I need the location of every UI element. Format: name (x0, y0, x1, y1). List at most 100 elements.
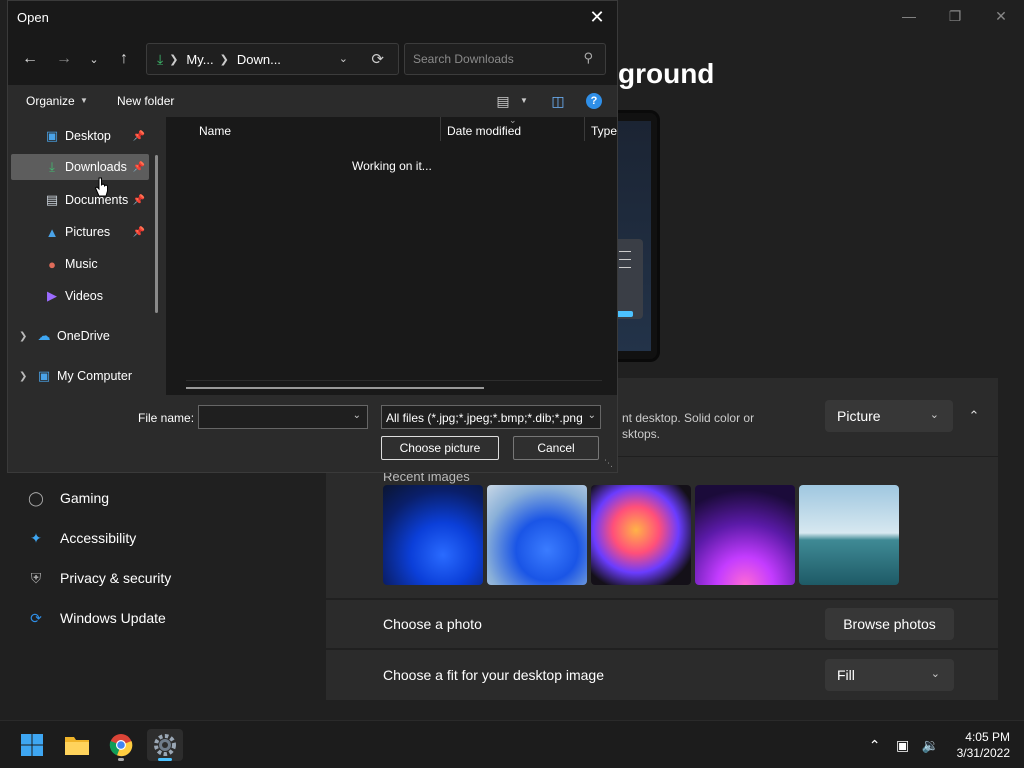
chevron-up-icon[interactable]: ⌃ (863, 737, 887, 754)
chrome-button[interactable] (103, 729, 139, 761)
desktop-icon: ▣ (45, 128, 59, 143)
update-icon: ⟳ (30, 609, 42, 626)
back-button[interactable]: ← (18, 47, 42, 71)
pin-icon: 📌 (132, 161, 145, 173)
resize-grip-icon[interactable]: ⋱ (604, 458, 613, 469)
breadcrumb-my[interactable]: My... (186, 52, 213, 67)
browse-photos-button[interactable]: Browse photos (825, 608, 954, 640)
music-icon: ● (48, 256, 56, 272)
forward-button[interactable]: → (52, 47, 76, 71)
file-type-filter[interactable]: All files (*.jpg;*.jpeg;*.bmp;*.dib;*.pn… (381, 405, 601, 429)
mouse-cursor-icon (95, 177, 108, 197)
help-icon[interactable]: ? (586, 93, 602, 109)
page-title: ground (618, 58, 715, 89)
nav-item-gaming[interactable]: ◯ Gaming (0, 478, 320, 518)
tree-item-my-computer[interactable]: ❯ ▣ My Computer (11, 363, 149, 389)
recent-image-4[interactable] (695, 485, 795, 585)
recent-image-3[interactable] (591, 485, 691, 585)
tree-item-music[interactable]: ● Music (11, 251, 149, 277)
tree-item-pictures[interactable]: ▲ Pictures 📌 (11, 219, 149, 245)
volume-icon[interactable]: 🔉 (919, 737, 943, 754)
recent-locations-button[interactable]: ⌄ (82, 47, 106, 71)
window-controls: — ❐ ✕ (886, 0, 1024, 32)
column-date-modified[interactable]: Date modified (447, 124, 521, 138)
minimize-button[interactable]: — (886, 0, 932, 32)
search-input[interactable] (413, 52, 573, 66)
settings-button[interactable] (147, 729, 183, 761)
choose-photo-label: Choose a photo (383, 616, 482, 632)
chevron-down-icon[interactable]: ⌄ (353, 410, 361, 421)
clock[interactable]: 4:05 PM 3/31/2022 (957, 729, 1010, 761)
chevron-right-icon[interactable]: ❯ (19, 331, 27, 342)
shield-icon: ⛨ (30, 569, 42, 586)
file-name-input[interactable]: ⌄ (198, 405, 368, 429)
tree-item-documents[interactable]: ▤ Documents 📌 (11, 187, 149, 213)
background-description: nt desktop. Solid color or sktops. (622, 411, 755, 441)
recent-image-1[interactable] (383, 485, 483, 585)
recent-image-5[interactable] (799, 485, 899, 585)
file-explorer-icon (65, 737, 89, 755)
up-button[interactable]: ↑ (112, 47, 136, 71)
cloud-icon: ☁ (37, 328, 51, 343)
horizontal-scrollbar[interactable] (186, 387, 484, 389)
cancel-button[interactable]: Cancel (513, 436, 599, 460)
background-type-dropdown[interactable]: Picture ⌄ (825, 400, 953, 432)
recent-image-2[interactable] (487, 485, 587, 585)
system-tray: ⌃ ▣ 🔉 4:05 PM 3/31/2022 (859, 727, 1010, 763)
chevron-down-icon[interactable]: ⌄ (339, 52, 348, 65)
status-text: Working on it... (352, 159, 432, 173)
arrow-left-icon: ← (22, 50, 38, 67)
dialog-close-button[interactable]: ✕ (585, 5, 609, 29)
computer-icon: ▣ (37, 368, 51, 383)
tree-item-downloads[interactable]: ⤓ Downloads 📌 (11, 154, 149, 180)
dialog-footer: File name: ⌄ All files (*.jpg;*.jpeg;*.b… (8, 395, 617, 472)
view-options-chevron-icon[interactable]: ▼ (520, 96, 528, 105)
download-icon: ⤓ (49, 159, 55, 174)
tree-scrollbar[interactable] (155, 155, 158, 313)
choose-picture-button[interactable]: Choose picture (381, 436, 499, 460)
nav-item-accessibility[interactable]: ✦ Accessibility (0, 518, 320, 558)
chevron-right-icon[interactable]: ❯ (19, 371, 27, 382)
gaming-icon: ◯ (28, 489, 44, 506)
file-explorer-button[interactable] (59, 729, 95, 761)
document-icon: ▤ (45, 192, 59, 207)
fit-dropdown[interactable]: Fill ⌄ (825, 659, 954, 691)
tree-item-onedrive[interactable]: ❯ ☁ OneDrive (11, 323, 149, 349)
start-button[interactable] (14, 729, 50, 761)
recent-images (383, 485, 899, 585)
dialog-title: Open (17, 10, 49, 25)
network-icon[interactable]: ▣ (891, 737, 915, 754)
organize-button[interactable]: Organize (26, 94, 75, 108)
pin-icon: 📌 (132, 130, 145, 142)
accessibility-icon: ✦ (30, 529, 42, 546)
preview-pane-icon[interactable]: ◫ (546, 91, 570, 111)
restore-button[interactable]: ❐ (932, 0, 978, 32)
search-box[interactable]: ⚲ (404, 43, 606, 75)
settings-nav: ◯ Gaming ✦ Accessibility ⛨ Privacy & sec… (0, 478, 320, 638)
navigation-bar: ← → ⌄ ↑ ⤓ ❯ My... ❯ Down... ⌄ ⟳ ⚲ (8, 35, 617, 83)
collapse-section-button[interactable]: ⌃ (962, 404, 986, 428)
videos-icon: ▶ (47, 288, 57, 303)
close-button[interactable]: ✕ (978, 0, 1024, 32)
column-name[interactable]: Name (199, 124, 231, 138)
chevron-down-icon: ⌄ (89, 53, 99, 66)
view-list-icon[interactable]: ▤ (491, 91, 515, 111)
tree-item-desktop[interactable]: ▣ Desktop 📌 (11, 123, 149, 149)
nav-item-privacy[interactable]: ⛨ Privacy & security (0, 558, 320, 598)
new-folder-button[interactable]: New folder (117, 94, 174, 108)
address-bar[interactable]: ⤓ ❯ My... ❯ Down... ⌄ ⟳ (146, 43, 399, 75)
breadcrumb-downloads[interactable]: Down... (237, 52, 281, 67)
nav-item-windows-update[interactable]: ⟳ Windows Update (0, 598, 320, 638)
refresh-icon[interactable]: ⟳ (371, 50, 384, 68)
navigation-tree: ▣ Desktop 📌 ⤓ Downloads 📌 ▤ Documents 📌 … (8, 117, 166, 395)
chevron-down-icon: ⌄ (585, 410, 596, 421)
close-icon: ✕ (589, 6, 605, 27)
tree-item-videos[interactable]: ▶ Videos (11, 283, 149, 309)
chrome-icon (109, 734, 133, 757)
open-dialog: Open ✕ ← → ⌄ ↑ ⤓ ❯ My... ❯ Down... ⌄ ⟳ ⚲… (7, 0, 618, 473)
taskbar: ⌃ ▣ 🔉 4:05 PM 3/31/2022 (0, 720, 1024, 768)
chevron-down-icon: ⌄ (929, 409, 939, 421)
column-type[interactable]: Type (591, 124, 617, 138)
file-name-label: File name: (138, 411, 195, 425)
settings-icon (154, 734, 176, 756)
